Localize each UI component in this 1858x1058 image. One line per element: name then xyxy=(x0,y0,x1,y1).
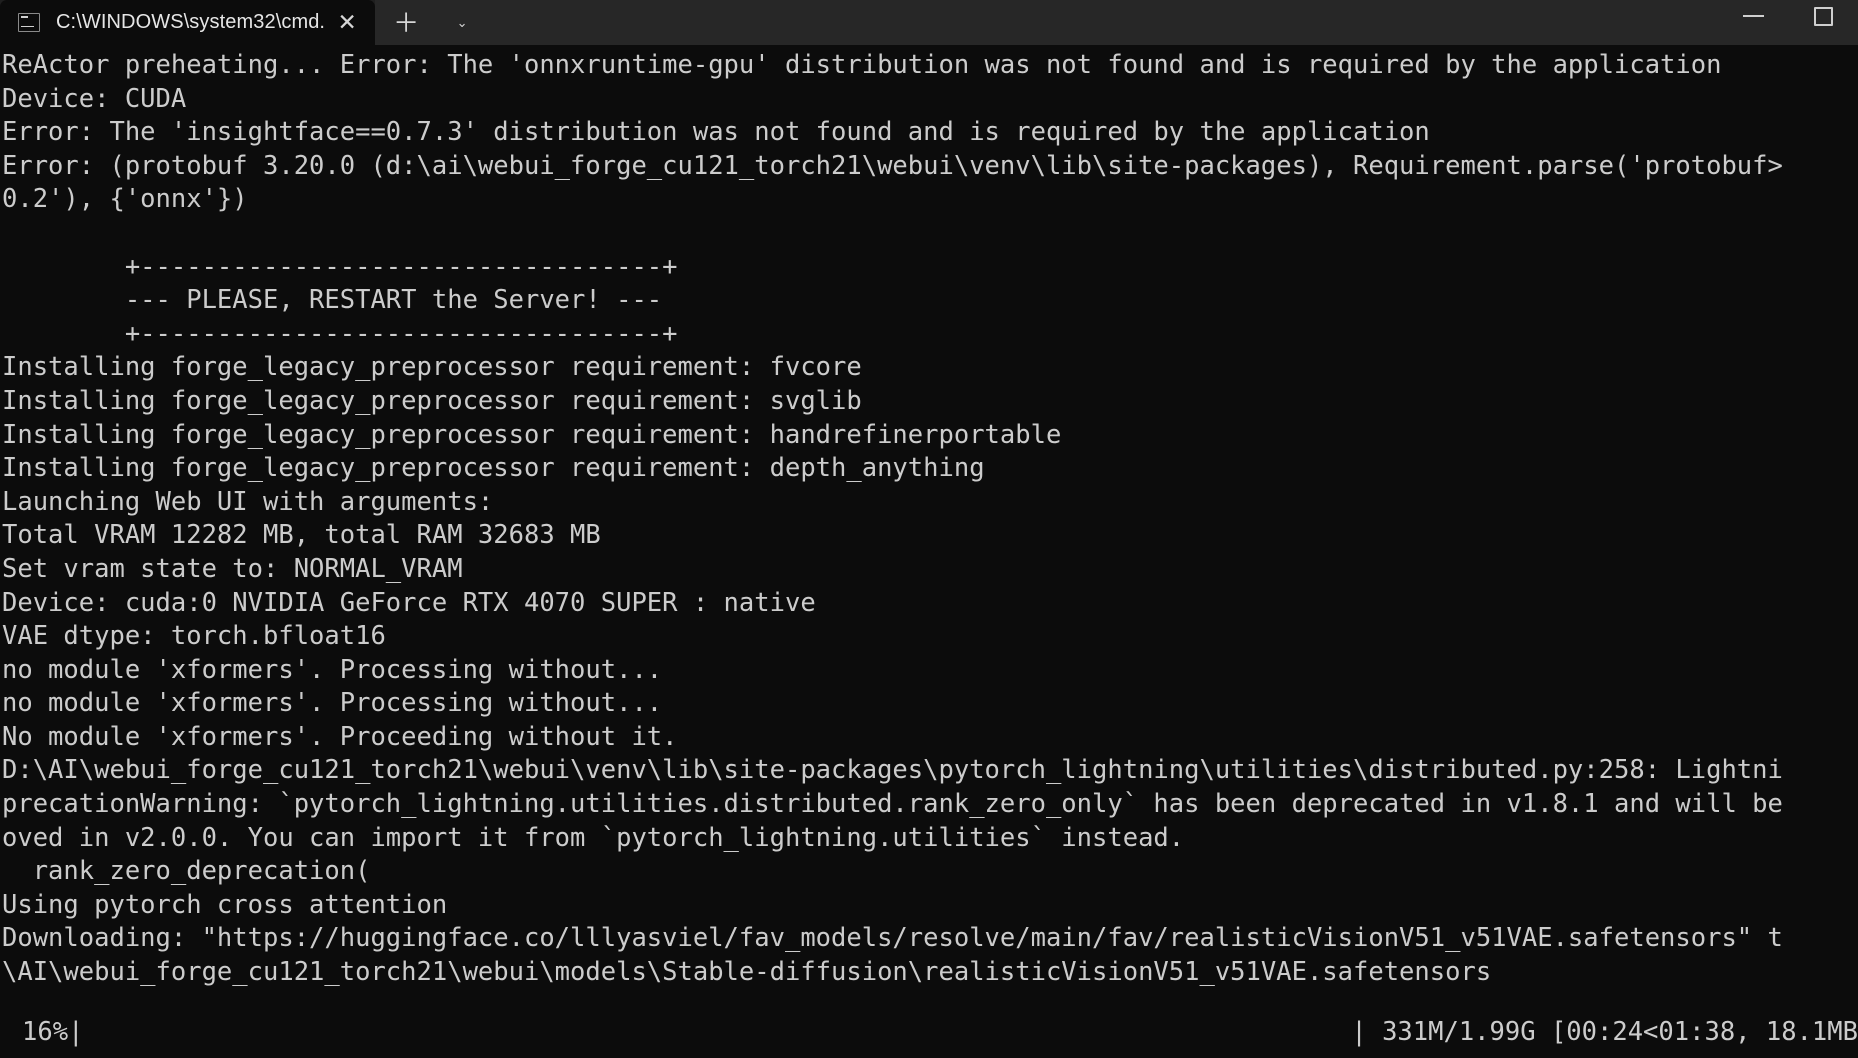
console-line: VAE dtype: torch.bfloat16 xyxy=(2,621,386,652)
progress-bar: 16% | xyxy=(2,1012,258,1052)
progress-bar-separator: | xyxy=(68,1017,84,1047)
console-line: Installing forge_legacy_preprocessor req… xyxy=(2,385,862,416)
console-line: ReActor preheating... Error: The 'onnxru… xyxy=(2,50,1722,80)
console-output: ReActor preheating... Error: The 'onnxru… xyxy=(0,45,1858,990)
window-controls xyxy=(1718,0,1858,45)
console-line: D:\AI\webui_forge_cu121_torch21\webui\ve… xyxy=(2,755,1783,786)
maximize-button[interactable] xyxy=(1788,0,1858,32)
progress-stats: | 331M/1.99G [00:24<01:38, 18.1MB xyxy=(1351,1017,1858,1047)
minimize-icon xyxy=(1742,15,1764,17)
console-line: Installing forge_legacy_preprocessor req… xyxy=(2,352,862,383)
console-line: No module 'xformers'. Proceeding without… xyxy=(2,721,678,752)
console-line: Using pytorch cross attention xyxy=(2,889,448,920)
console-line: +----------------------------------+ xyxy=(2,318,678,349)
console-line: Device: cuda:0 NVIDIA GeForce RTX 4070 S… xyxy=(2,587,816,618)
console-line: \AI\webui_forge_cu121_torch21\webui\mode… xyxy=(2,957,1492,988)
console-line: +----------------------------------+ xyxy=(2,251,678,282)
console-line: Set vram state to: NORMAL_VRAM xyxy=(2,553,463,584)
console-line: --- PLEASE, RESTART the Server! --- xyxy=(2,285,663,316)
chevron-down-icon[interactable]: ⌄ xyxy=(437,0,488,45)
tab-cmd[interactable]: C:\WINDOWS\system32\cmd. ✕ xyxy=(0,0,376,45)
tab-strip: C:\WINDOWS\system32\cmd. ✕ ＋ ⌄ xyxy=(0,0,488,45)
window-titlebar: C:\WINDOWS\system32\cmd. ✕ ＋ ⌄ xyxy=(0,0,1858,45)
console-line: Downloading: "https://huggingface.co/lll… xyxy=(2,923,1783,954)
cmd-console-icon xyxy=(18,13,40,32)
console-line: oved in v2.0.0. You can import it from `… xyxy=(2,822,1185,853)
console-line: precationWarning: `pytorch_lightning.uti… xyxy=(2,789,1783,820)
maximize-icon xyxy=(1813,6,1833,26)
new-tab-button[interactable]: ＋ xyxy=(375,0,438,45)
progress-bar-track xyxy=(83,1019,258,1045)
console-line: no module 'xformers'. Processing without… xyxy=(2,654,663,685)
download-progress-row: 16% | | 331M/1.99G [00:24<01:38, 18.1MB xyxy=(0,1012,1858,1052)
close-icon[interactable]: ✕ xyxy=(325,4,369,42)
minimize-button[interactable] xyxy=(1718,0,1788,32)
console-line: Device: CUDA xyxy=(2,83,187,114)
titlebar-drag-area xyxy=(487,0,1718,45)
console-line: Error: The 'insightface==0.7.3' distribu… xyxy=(2,117,1430,148)
console-line: 0.2'), {'onnx'}) xyxy=(2,184,248,215)
console-line: rank_zero_deprecation( xyxy=(2,856,371,887)
progress-percent-label: 16% xyxy=(22,1017,69,1047)
console-line: Launching Web UI with arguments: xyxy=(2,486,494,517)
console-line: Installing forge_legacy_preprocessor req… xyxy=(2,419,1062,450)
console-line: no module 'xformers'. Processing without… xyxy=(2,688,663,719)
tab-title: C:\WINDOWS\system32\cmd. xyxy=(56,11,326,33)
terminal-surface[interactable]: ReActor preheating... Error: The 'onnxru… xyxy=(0,45,1858,1058)
console-line: Installing forge_legacy_preprocessor req… xyxy=(2,453,985,484)
console-line: Error: (protobuf 3.20.0 (d:\ai\webui_for… xyxy=(2,150,1783,181)
console-line: Total VRAM 12282 MB, total RAM 32683 MB xyxy=(2,520,601,551)
